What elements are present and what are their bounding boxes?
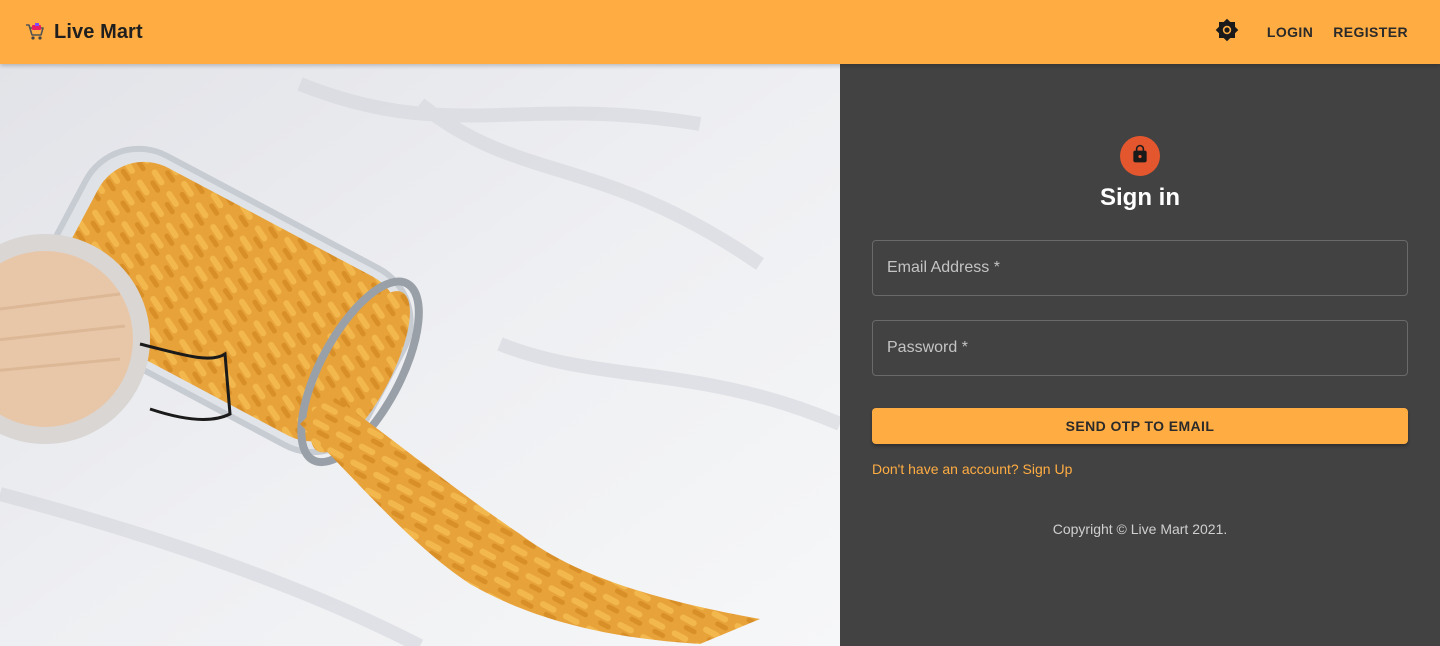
password-field[interactable] bbox=[872, 320, 1408, 376]
theme-toggle-button[interactable] bbox=[1207, 12, 1247, 52]
brightness-icon bbox=[1215, 18, 1239, 47]
lock-icon bbox=[1130, 144, 1150, 169]
hero-image bbox=[0, 64, 840, 646]
password-input[interactable] bbox=[873, 321, 1407, 375]
email-field[interactable] bbox=[872, 240, 1408, 296]
sign-up-link[interactable]: Don't have an account? Sign Up bbox=[872, 461, 1072, 477]
register-button[interactable]: REGISTER bbox=[1325, 18, 1416, 46]
email-input[interactable] bbox=[873, 241, 1407, 295]
copyright-text: Copyright © Live Mart 2021. bbox=[1052, 521, 1228, 537]
app-bar: Live Mart LOGIN REGISTER bbox=[0, 0, 1440, 64]
send-otp-button[interactable]: SEND OTP TO EMAIL bbox=[872, 408, 1408, 444]
lock-avatar bbox=[1120, 136, 1160, 176]
pasta-jar-photo bbox=[0, 64, 840, 646]
sign-in-panel: Sign in SEND OTP TO EMAIL Don't have an … bbox=[840, 64, 1440, 646]
shopping-cart-icon bbox=[24, 21, 46, 43]
brand[interactable]: Live Mart bbox=[24, 21, 143, 44]
sign-in-heading: Sign in bbox=[1100, 184, 1180, 211]
login-button[interactable]: LOGIN bbox=[1259, 18, 1321, 46]
app-title: Live Mart bbox=[54, 20, 143, 43]
